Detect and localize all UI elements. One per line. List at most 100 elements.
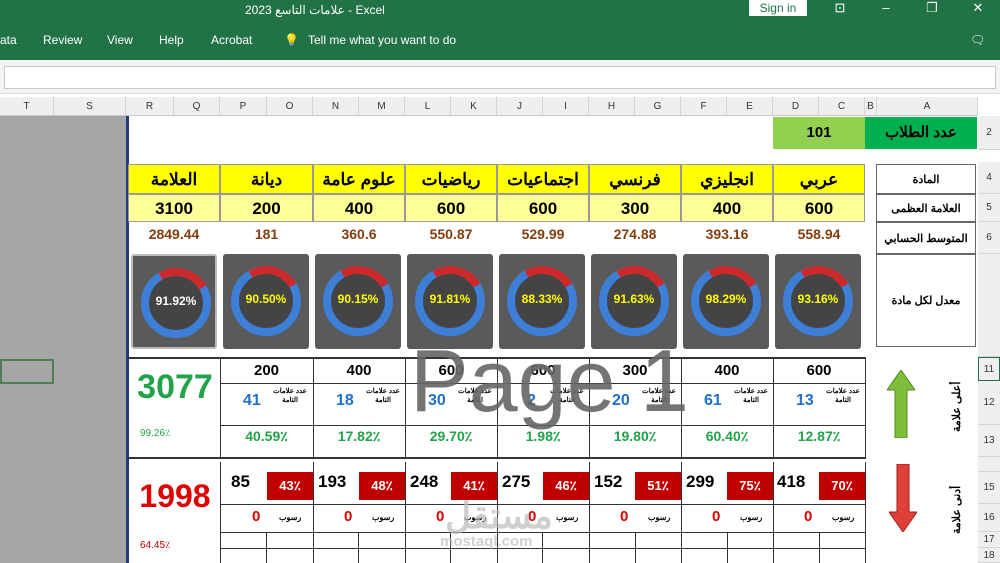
col-N[interactable]: N [313,97,359,116]
full-mark-count[interactable]: 41 [243,392,261,410]
full-mark-percent[interactable]: 60.40٪ [681,428,773,445]
subject-max[interactable]: 400 [313,194,405,222]
formula-input[interactable] [4,66,996,89]
subject-mean[interactable]: 360.6 [313,226,405,242]
col-E[interactable]: E [727,97,773,116]
low-percent[interactable]: 70٪ [819,472,865,500]
rate-ring[interactable]: 90.15% [315,254,401,349]
selected-cell[interactable] [0,359,54,384]
col-A[interactable]: A [877,97,978,116]
total-max[interactable]: 3100 [128,194,220,222]
row-11[interactable]: 11 [978,357,1000,381]
row-4[interactable]: 4 [978,162,1000,194]
sign-in-button[interactable]: Sign in [749,0,807,16]
col-S[interactable]: S [54,97,126,116]
row-7[interactable] [978,254,1000,357]
total-low-percent[interactable]: 64.45٪ [140,540,170,551]
total-mean[interactable]: 2849.44 [128,226,220,242]
tell-me-search[interactable]: Tell me what you want to do [308,33,456,47]
restore-icon[interactable]: ❐ [909,0,955,18]
subject-max[interactable]: 600 [497,194,589,222]
col-K[interactable]: K [451,97,497,116]
tab-data[interactable]: ata [0,33,17,47]
close-icon[interactable]: ✕ [955,0,1000,18]
students-count[interactable]: 101 [773,117,865,149]
col-T[interactable]: T [0,97,54,116]
full-mark-count[interactable]: 61 [704,392,722,410]
subject-name[interactable]: عربي [773,164,865,194]
row-16[interactable]: 16 [978,504,1000,532]
subject-max[interactable]: 400 [681,194,773,222]
subject-name[interactable]: علوم عامة [313,164,405,194]
fail-count[interactable]: 0 [252,508,260,525]
row-18[interactable]: 18 [978,548,1000,563]
col-O[interactable]: O [267,97,313,116]
comment-icon[interactable]: 🗨 [970,33,985,47]
col-H[interactable]: H [589,97,635,116]
top-mark[interactable]: 200 [220,360,313,382]
col-Q[interactable]: Q [174,97,220,116]
subject-name[interactable]: انجليزي [681,164,773,194]
subject-mean[interactable]: 550.87 [405,226,497,242]
rate-ring[interactable]: 93.16% [775,254,861,349]
full-mark-count[interactable]: 18 [336,392,354,410]
fail-count[interactable]: 0 [344,508,352,525]
total-top-percent[interactable]: 99.26٪ [140,428,170,439]
row-13[interactable]: 13 [978,425,1000,457]
subject-max[interactable]: 600 [405,194,497,222]
low-mark[interactable]: 248 [410,472,438,492]
row-17[interactable]: 17 [978,532,1000,548]
col-I[interactable]: I [543,97,589,116]
row-2[interactable]: 2 [978,116,1000,150]
low-mark[interactable]: 193 [318,472,346,492]
low-percent[interactable]: 51٪ [635,472,681,500]
row-5[interactable]: 5 [978,194,1000,222]
tab-help[interactable]: Help [159,33,184,47]
subject-max[interactable]: 200 [220,194,313,222]
fail-count[interactable]: 0 [712,508,720,525]
low-mark[interactable]: 152 [594,472,622,492]
full-mark-percent[interactable]: 12.87٪ [773,428,865,445]
subject-mean[interactable]: 181 [220,226,313,242]
ribbon-display-icon[interactable]: ⊡ [817,0,863,18]
fail-count[interactable]: 0 [436,508,444,525]
rate-ring[interactable]: 98.29% [683,254,769,349]
col-B[interactable]: B [865,97,877,116]
top-mark[interactable]: 400 [313,360,405,382]
tab-review[interactable]: Review [43,33,82,47]
row-12[interactable]: 12 [978,381,1000,425]
minimize-icon[interactable]: – [863,0,909,18]
subject-name[interactable]: فرنسي [589,164,681,194]
low-mark[interactable]: 275 [502,472,530,492]
col-C[interactable]: C [819,97,865,116]
subject-max[interactable]: 600 [773,194,865,222]
total-top-mark[interactable]: 3077 [132,368,218,407]
subject-mean[interactable]: 558.94 [773,226,865,242]
full-mark-percent[interactable]: 17.82٪ [313,428,405,445]
fail-count[interactable]: 0 [620,508,628,525]
total-low-mark[interactable]: 1998 [132,478,218,515]
subject-name[interactable]: اجتماعيات [497,164,589,194]
low-mark[interactable]: 85 [231,472,250,492]
subject-max[interactable]: 300 [589,194,681,222]
subject-name[interactable]: رياضيات [405,164,497,194]
full-mark-percent[interactable]: 40.59٪ [220,428,313,445]
row-15[interactable]: 15 [978,472,1000,504]
col-F[interactable]: F [681,97,727,116]
tab-view[interactable]: View [107,33,133,47]
row-6[interactable]: 6 [978,222,1000,254]
top-mark[interactable]: 400 [681,360,773,382]
col-P[interactable]: P [220,97,267,116]
low-mark[interactable]: 299 [686,472,714,492]
full-mark-count[interactable]: 13 [796,392,814,410]
low-percent[interactable]: 43٪ [267,472,313,500]
rate-ring[interactable]: 90.50% [223,254,309,349]
tab-acrobat[interactable]: Acrobat [211,33,252,47]
col-J[interactable]: J [497,97,543,116]
subject-mean[interactable]: 274.88 [589,226,681,242]
total-rate-ring[interactable]: 91.92% [131,254,219,349]
subject-name[interactable]: ديانة [220,164,313,194]
col-D[interactable]: D [773,97,819,116]
row-14[interactable] [978,457,1000,472]
col-L[interactable]: L [405,97,451,116]
